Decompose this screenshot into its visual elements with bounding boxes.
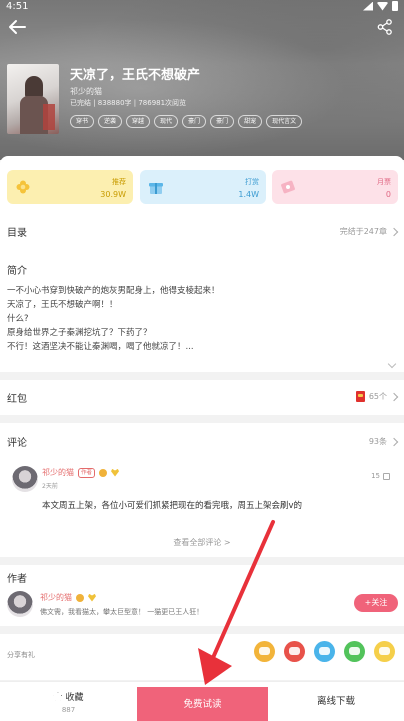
share-icon-row bbox=[254, 641, 395, 662]
comment-like-button[interactable]: 15 bbox=[371, 472, 390, 480]
catalog-title: 目录 bbox=[7, 228, 27, 239]
monthly-ticket-value: 0 bbox=[385, 190, 391, 199]
follow-button[interactable]: +关注 bbox=[354, 594, 398, 612]
intro-line: 不行！这酒坚决不能让秦渊喝，喝了他就凉了！... bbox=[7, 342, 194, 352]
favorite-label-wrap: 收藏 bbox=[0, 690, 137, 703]
thumbs-up-icon bbox=[383, 472, 390, 480]
comment-text[interactable]: 本文周五上架，各位小可爱们抓紧把现在的看完哦，周五上架会刷v的 bbox=[42, 499, 302, 511]
intro-line: 原身给世界之子秦渊挖坑了？下药了？ bbox=[7, 328, 152, 338]
author-section-title: 作者 bbox=[7, 574, 27, 585]
book-tag[interactable]: 现代言文 bbox=[266, 115, 303, 128]
back-arrow-icon[interactable] bbox=[6, 16, 28, 38]
status-icons bbox=[363, 1, 398, 11]
comments-count-wrap: 93条 bbox=[368, 436, 399, 447]
share-label: 分享有礼 bbox=[7, 651, 35, 659]
signal-icon bbox=[363, 1, 373, 11]
section-divider bbox=[0, 415, 404, 423]
battery-icon bbox=[392, 1, 398, 11]
book-tag[interactable]: 豪门 bbox=[182, 115, 207, 128]
catalog-status-wrap: 完结于247章 bbox=[339, 226, 399, 237]
comment-like-count: 15 bbox=[371, 472, 380, 480]
wechat-share-icon[interactable] bbox=[344, 641, 365, 662]
more-share-icon[interactable] bbox=[374, 641, 395, 662]
red-envelope-count: 65个 bbox=[368, 392, 387, 401]
book-tag[interactable]: 豪门 bbox=[210, 115, 235, 128]
flower-icon bbox=[16, 180, 30, 194]
intro-line: 一不小心书穿到快破产的炮灰男配身上，他得支棱起来！ bbox=[7, 286, 220, 296]
avatar[interactable] bbox=[12, 466, 38, 492]
recommend-card[interactable]: 推荐 30.9W bbox=[7, 170, 133, 204]
gift-icon bbox=[149, 183, 163, 194]
book-detail-panel: 推荐 30.9W 打赏 1.4W 月票 0 目录 完结于247章 简介 一不小心… bbox=[0, 156, 404, 680]
fan-heart-icon bbox=[88, 593, 96, 602]
book-title: 天凉了，王氏不想破产 bbox=[70, 68, 201, 83]
favorite-label: 收藏 bbox=[65, 693, 84, 703]
message-share-icon[interactable] bbox=[254, 641, 275, 662]
comments-count: 93条 bbox=[368, 437, 387, 446]
comment-user: 祁少的猫 作者 bbox=[42, 467, 120, 478]
star-icon bbox=[53, 692, 63, 701]
view-all-comments-link[interactable]: 查看全部评论 > bbox=[0, 537, 404, 548]
comment-username[interactable]: 祁少的猫 bbox=[42, 467, 74, 478]
cover-figure-head bbox=[25, 76, 43, 98]
chevron-right-icon bbox=[389, 437, 399, 446]
monthly-ticket-card[interactable]: 月票 0 bbox=[272, 170, 398, 204]
recommend-value: 30.9W bbox=[100, 190, 126, 199]
recommend-label: 推荐 bbox=[112, 178, 126, 186]
book-tag[interactable]: 穿越 bbox=[126, 115, 151, 128]
red-envelope-count-wrap: 65个 bbox=[355, 391, 399, 402]
book-header: 4:51 天凉了，王氏不想破产 祁少的猫 已完结 | 838880字 | 786… bbox=[0, 0, 404, 160]
red-envelope-title: 红包 bbox=[7, 394, 27, 405]
status-bar: 4:51 bbox=[0, 0, 404, 14]
favorite-count: 887 bbox=[61, 706, 76, 714]
monthly-ticket-label: 月票 bbox=[377, 178, 391, 186]
book-author[interactable]: 祁少的猫 bbox=[70, 86, 102, 97]
fan-heart-icon bbox=[111, 468, 120, 477]
red-envelope-icon bbox=[355, 391, 365, 402]
offline-download-button[interactable]: 离线下载 bbox=[268, 682, 404, 721]
intro-line: 天凉了，王氏不想破产啊！！ bbox=[7, 300, 118, 310]
status-time: 4:51 bbox=[6, 1, 29, 12]
support-cards: 推荐 30.9W 打赏 1.4W 月票 0 bbox=[7, 170, 398, 204]
free-read-button[interactable]: 免费试读 bbox=[137, 687, 268, 721]
chevron-right-icon bbox=[389, 392, 399, 401]
tip-value: 1.4W bbox=[238, 190, 259, 199]
book-tag[interactable]: 现代 bbox=[154, 115, 179, 128]
book-stats: 已完结 | 838880字 | 786981次阅览 bbox=[70, 99, 187, 107]
section-divider bbox=[0, 372, 404, 380]
cover-accent bbox=[43, 104, 55, 130]
book-tag[interactable]: 穿书 bbox=[70, 115, 95, 128]
share-icon[interactable] bbox=[376, 18, 394, 36]
intro-title: 简介 bbox=[7, 266, 27, 277]
catalog-status: 完结于247章 bbox=[339, 227, 387, 236]
wifi-icon bbox=[377, 1, 388, 11]
favorite-button[interactable]: 收藏 887 bbox=[0, 682, 137, 721]
weibo-share-icon[interactable] bbox=[284, 641, 305, 662]
section-divider bbox=[0, 557, 404, 565]
author-name-row: 祁少的猫 bbox=[40, 592, 96, 603]
comment-time: 2天前 bbox=[42, 483, 58, 490]
book-tag[interactable]: 逆袭 bbox=[98, 115, 123, 128]
intro-line: 什么? bbox=[7, 314, 29, 324]
chevron-right-icon bbox=[389, 227, 399, 236]
qq-share-icon[interactable] bbox=[314, 641, 335, 662]
tip-label: 打赏 bbox=[245, 178, 259, 186]
author-badge: 作者 bbox=[78, 467, 96, 478]
tip-card[interactable]: 打赏 1.4W bbox=[140, 170, 266, 204]
tag-list: 穿书 逆袭 穿越 现代 豪门 豪门 甜宠 现代言文 bbox=[70, 115, 303, 128]
section-divider bbox=[0, 626, 404, 634]
bottom-action-bar: 收藏 887 免费试读 离线下载 bbox=[0, 681, 404, 721]
ticket-icon bbox=[281, 180, 295, 194]
medal-icon bbox=[99, 468, 108, 477]
header-blur-background bbox=[0, 0, 404, 160]
author-description: 佛文需，我看猫太，攀太巨型意！ 一猫更已王人狂！ bbox=[40, 608, 204, 616]
intro-text[interactable]: 一不小心书穿到快破产的炮灰男配身上，他得支棱起来！ 天凉了，王氏不想破产啊！！ … bbox=[7, 284, 387, 354]
medal-icon bbox=[76, 593, 84, 602]
comments-title: 评论 bbox=[7, 438, 27, 449]
author-name[interactable]: 祁少的猫 bbox=[40, 592, 72, 603]
book-cover[interactable] bbox=[7, 64, 59, 134]
avatar[interactable] bbox=[7, 591, 33, 617]
book-tag[interactable]: 甜宠 bbox=[238, 115, 263, 128]
chevron-down-icon[interactable] bbox=[387, 359, 397, 369]
